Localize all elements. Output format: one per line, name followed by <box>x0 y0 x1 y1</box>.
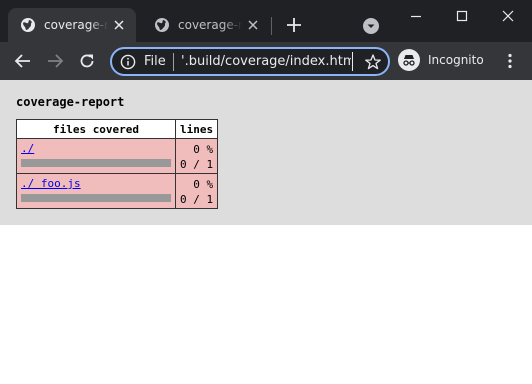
reload-icon[interactable] <box>77 51 97 71</box>
text-cursor <box>352 52 353 71</box>
column-header-files: files covered <box>16 119 176 139</box>
back-arrow-icon[interactable] <box>13 51 33 71</box>
coverage-percent: 0 % <box>193 178 214 191</box>
tab-inactive[interactable]: coverage-report <box>142 8 270 42</box>
browser-titlebar: coverage-report coverage-report <box>0 0 532 42</box>
page-title: coverage-report <box>16 95 125 109</box>
coverage-report-section: coverage-report files covered lines ./ 0… <box>0 80 532 225</box>
column-header-lines: lines <box>174 119 219 139</box>
close-window-icon[interactable] <box>496 6 520 26</box>
coverage-bar <box>21 159 171 167</box>
browser-toolbar: File '.build/coverage/index.html Incogni… <box>0 42 532 80</box>
file-cell: ./ <box>16 138 176 174</box>
url-scheme-label: File <box>144 54 166 69</box>
more-vertical-icon[interactable] <box>500 51 520 71</box>
coverage-percent: 0 % <box>193 143 214 156</box>
url-text[interactable]: '.build/coverage/index.html <box>181 54 351 69</box>
chevron-down-icon[interactable] <box>361 16 381 36</box>
incognito-icon <box>398 49 420 71</box>
page-viewport: coverage-report files covered lines ./ 0… <box>0 80 532 384</box>
close-icon[interactable] <box>246 18 260 32</box>
coverage-lines: 0 / 1 <box>180 193 214 206</box>
tab-separator <box>271 17 272 35</box>
incognito-label: Incognito <box>428 53 484 67</box>
coverage-table: files covered lines ./ 0 % 0 / 1 ./ foo.… <box>16 119 219 209</box>
minimize-icon[interactable] <box>404 6 428 26</box>
coverage-bar <box>21 194 171 202</box>
lines-cell: 0 % 0 / 1 <box>174 138 219 174</box>
lines-cell: 0 % 0 / 1 <box>174 173 219 209</box>
globe-icon <box>155 18 169 32</box>
file-link[interactable]: ./ <box>21 142 171 155</box>
maximize-icon[interactable] <box>450 6 474 26</box>
plus-icon[interactable] <box>284 15 304 35</box>
tab-active[interactable]: coverage-report <box>8 8 136 42</box>
omnibox-divider <box>173 53 174 71</box>
coverage-lines: 0 / 1 <box>180 158 214 171</box>
table-row: ./ foo.js 0 % 0 / 1 <box>16 173 219 209</box>
incognito-indicator[interactable]: Incognito <box>398 49 484 71</box>
table-row: ./ 0 % 0 / 1 <box>16 138 219 174</box>
forward-arrow-icon[interactable] <box>45 51 65 71</box>
file-cell: ./ foo.js <box>16 173 176 209</box>
file-link[interactable]: ./ foo.js <box>21 177 171 190</box>
close-icon[interactable] <box>112 18 126 32</box>
tab-title: coverage-report <box>178 18 242 32</box>
tab-title: coverage-report <box>44 18 108 32</box>
address-bar[interactable]: File '.build/coverage/index.html <box>110 47 390 76</box>
star-icon[interactable] <box>364 53 382 71</box>
globe-icon <box>21 18 35 32</box>
table-header-row: files covered lines <box>16 119 219 139</box>
info-icon[interactable] <box>120 54 136 70</box>
